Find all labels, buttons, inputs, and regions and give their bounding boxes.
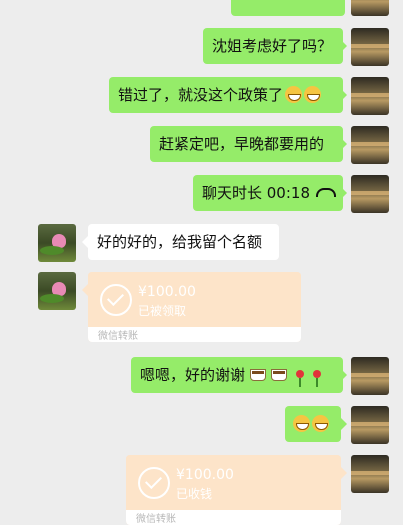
avatar[interactable] [351,175,389,213]
avatar-image [351,44,389,48]
coffee-cup-icon [250,369,267,381]
message-bubble[interactable]: 错过了，就没这个政策了 [109,77,343,113]
transfer-amount: ¥100.00 [138,284,196,300]
transfer-label: 微信转账 [126,510,341,525]
bubble-tail [341,40,347,52]
avatar[interactable] [38,224,76,262]
rose-icon [296,370,305,387]
avatar-image [351,191,389,195]
rose-icon [313,370,322,387]
bubble-tail [341,467,347,479]
transfer-card-top: ¥100.00 已收钱 [126,455,341,510]
avatar[interactable] [351,455,389,493]
message-text: 好的好的，给我留个名额 [97,233,263,251]
avatar-image [351,471,389,475]
transfer-card-top: ¥100.00 已被领取 [88,272,301,327]
transfer-label: 微信转账 [88,327,301,342]
avatar[interactable] [351,357,389,395]
check-circle-icon [100,284,132,316]
avatar-image [351,142,389,146]
avatar[interactable] [351,0,389,16]
avatar-image [351,422,389,426]
avatar[interactable] [351,126,389,164]
message-text: 沈姐考虑好了吗？ [212,37,333,55]
grinning-face-icon [293,415,310,432]
call-duration-bubble[interactable]: 聊天时长 00:18 [193,175,343,211]
grinning-face-icon [312,415,329,432]
transfer-status: 已收钱 [176,487,213,501]
bubble-tail [341,89,347,101]
message-bubble[interactable]: 沈姐考虑好了吗？ [203,28,343,64]
message-text: 赶紧定吧，早晚都要用的 [159,135,325,153]
avatar-leaf [40,294,64,303]
message-bubble-partial[interactable] [231,0,345,16]
message-text: 聊天时长 00:18 [202,184,310,202]
avatar[interactable] [38,272,76,310]
avatar[interactable] [351,28,389,66]
avatar[interactable] [351,406,389,444]
bubble-tail [341,418,347,430]
message-bubble[interactable]: 赶紧定吧，早晚都要用的 [150,126,343,162]
grinning-face-icon [304,86,322,103]
bubble-tail [341,187,347,199]
check-circle-icon [138,467,170,499]
bubble-tail [341,369,347,381]
message-bubble[interactable]: 嗯嗯，好的谢谢 [131,357,343,393]
message-text: 嗯嗯，好的谢谢 [140,366,246,384]
avatar[interactable] [351,77,389,115]
transfer-amount: ¥100.00 [176,467,234,483]
transfer-card-sent[interactable]: ¥100.00 已收钱 微信转账 [126,455,341,525]
transfer-card-received[interactable]: ¥100.00 已被领取 微信转账 [88,272,301,342]
transfer-status: 已被领取 [138,304,187,318]
emoji-bubble[interactable] [285,406,341,442]
avatar-image [351,93,389,97]
message-text: 错过了，就没这个政策了 [118,86,284,104]
coffee-cup-icon [271,369,288,381]
message-bubble[interactable]: 好的好的，给我留个名额 [88,224,279,260]
bubble-tail [341,138,347,150]
avatar-image [351,373,389,377]
avatar-leaf [40,246,64,255]
grinning-face-icon [285,86,303,103]
phone-hangup-icon [316,188,336,197]
